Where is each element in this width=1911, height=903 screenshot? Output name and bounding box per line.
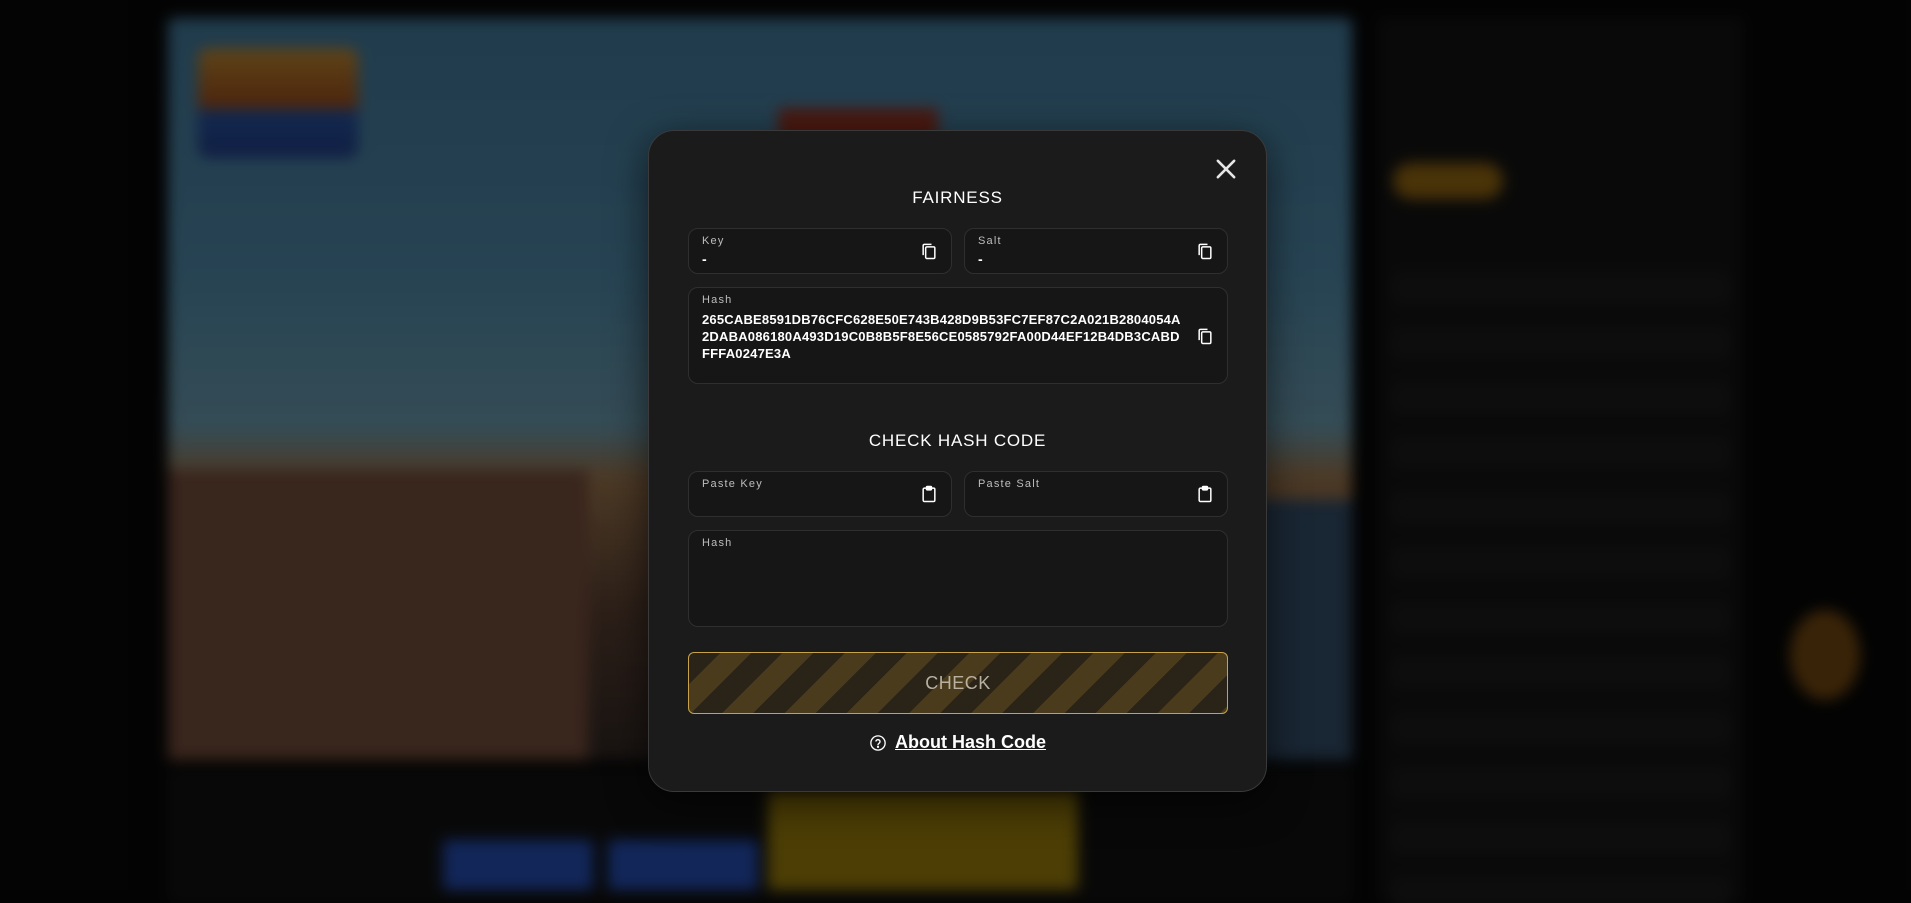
key-label: Key xyxy=(702,235,725,247)
hash-value: 265CABE8591DB76CFC628E50E743B428D9B53FC7… xyxy=(702,312,1181,361)
hash-label: Hash xyxy=(702,294,733,306)
copy-key-button[interactable] xyxy=(919,241,939,261)
copy-icon xyxy=(1195,328,1215,350)
key-field: Key - xyxy=(688,228,952,274)
copy-icon xyxy=(1195,243,1215,265)
check-button-label: CHECK xyxy=(925,672,991,693)
paste-salt-label: Paste Salt xyxy=(978,478,1041,490)
hash-input-field[interactable]: Hash xyxy=(688,530,1228,627)
paste-key-label: Paste Key xyxy=(702,478,763,490)
clipboard-icon xyxy=(919,485,939,508)
paste-salt-field[interactable]: Paste Salt xyxy=(964,471,1228,517)
copy-icon xyxy=(919,243,939,265)
check-hash-title: CHECK HASH CODE xyxy=(868,431,1047,450)
modal-title: FAIRNESS xyxy=(912,188,1003,207)
salt-label: Salt xyxy=(978,235,1002,247)
about-hash-code-text: About Hash Code xyxy=(895,732,1046,752)
about-hash-code-link[interactable]: About Hash Code xyxy=(649,732,1266,753)
clipboard-icon xyxy=(1195,485,1215,508)
copy-hash-button[interactable] xyxy=(1195,326,1215,346)
paste-key-button[interactable] xyxy=(919,484,939,504)
close-button[interactable] xyxy=(1212,155,1240,183)
fairness-modal: FAIRNESS Key - Salt - Hash 265CABE8591DB… xyxy=(648,130,1267,792)
paste-salt-button[interactable] xyxy=(1195,484,1215,504)
hash-field: Hash 265CABE8591DB76CFC628E50E743B428D9B… xyxy=(688,287,1228,384)
check-button[interactable]: CHECK xyxy=(688,652,1228,714)
key-value: - xyxy=(702,251,707,267)
question-circle-icon xyxy=(869,734,887,752)
hash-input-label: Hash xyxy=(702,537,733,549)
paste-key-field[interactable]: Paste Key xyxy=(688,471,952,517)
copy-salt-button[interactable] xyxy=(1195,241,1215,261)
close-icon xyxy=(1212,159,1240,187)
salt-value: - xyxy=(978,251,983,267)
salt-field: Salt - xyxy=(964,228,1228,274)
